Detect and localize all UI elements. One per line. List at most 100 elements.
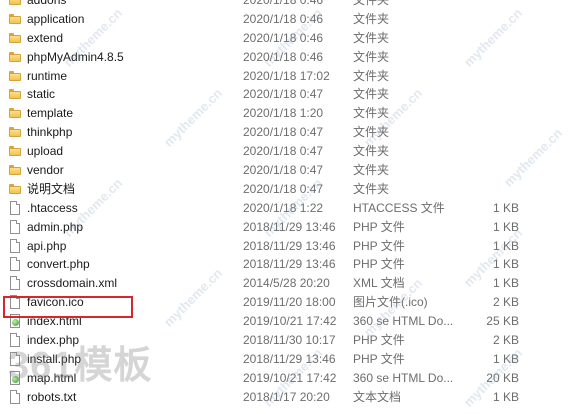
- file-name: thinkphp: [27, 125, 73, 140]
- file-name: phpMyAdmin4.8.5: [27, 49, 124, 64]
- file-modified-date: 2020/1/18 0:47: [243, 144, 324, 159]
- file-modified-date: 2020/1/18 0:46: [243, 49, 324, 64]
- file-name: robots.txt: [27, 389, 77, 404]
- file-name: .htaccess: [27, 200, 78, 215]
- file-name: extend: [27, 30, 64, 45]
- file-size: 1 KB: [492, 219, 519, 234]
- file-size: [476, 104, 519, 123]
- file-row[interactable]: static 2020/1/18 0:47 文件夹: [0, 85, 574, 104]
- file-size: [476, 0, 519, 10]
- file-size: 1 KB: [492, 351, 519, 366]
- folder-icon: [8, 142, 22, 161]
- file-row[interactable]: admin.php 2018/11/29 13:46 PHP 文件 1 KB: [0, 218, 574, 237]
- file-type: 文件夹: [353, 106, 390, 121]
- file-modified-date: 2018/11/29 13:46: [243, 257, 336, 272]
- file-row[interactable]: vendor 2020/1/18 0:47 文件夹: [0, 161, 574, 180]
- file-row[interactable]: robots.txt 2018/1/17 20:20 文本文档 1 KB: [0, 388, 574, 407]
- file-type: 图片文件(.ico): [353, 295, 428, 310]
- file-name: crossdomain.xml: [27, 276, 118, 291]
- file-row[interactable]: extend 2020/1/18 0:46 文件夹: [0, 29, 574, 48]
- file-size: [476, 180, 519, 199]
- file-icon: [8, 388, 22, 407]
- file-type: 文件夹: [353, 11, 390, 26]
- folder-icon: [8, 104, 22, 123]
- file-icon: [8, 274, 22, 293]
- file-row[interactable]: upload 2020/1/18 0:47 文件夹: [0, 142, 574, 161]
- file-size: 1 KB: [492, 276, 519, 291]
- file-row[interactable]: 说明文档 2020/1/18 0:47 文件夹: [0, 180, 574, 199]
- file-type: PHP 文件: [353, 238, 405, 253]
- file-modified-date: 2020/1/18 0:46: [243, 0, 324, 7]
- file-modified-date: 2020/1/18 0:46: [243, 30, 324, 45]
- file-row[interactable]: addons 2020/1/18 0:46 文件夹: [0, 0, 574, 10]
- highlight-box: [3, 296, 133, 318]
- file-name: application: [27, 11, 85, 26]
- file-type: 文件夹: [353, 30, 390, 45]
- file-icon: [8, 199, 22, 218]
- file-type: 文件夹: [353, 49, 390, 64]
- file-type: 360 se HTML Do...: [353, 314, 454, 329]
- folder-icon: [8, 67, 22, 86]
- file-type: PHP 文件: [353, 219, 405, 234]
- file-row[interactable]: convert.php 2018/11/29 13:46 PHP 文件 1 KB: [0, 255, 574, 274]
- file-modified-date: 2020/1/18 0:47: [243, 163, 324, 178]
- file-type: PHP 文件: [353, 333, 405, 348]
- file-size: [476, 29, 519, 48]
- file-icon: [8, 218, 22, 237]
- file-row[interactable]: thinkphp 2020/1/18 0:47 文件夹: [0, 123, 574, 142]
- file-icon: [8, 255, 22, 274]
- file-name: runtime: [27, 68, 68, 83]
- file-name: 说明文档: [27, 181, 76, 196]
- file-name: addons: [27, 0, 67, 7]
- file-size: 1 KB: [492, 238, 519, 253]
- file-type: 360 se HTML Do...: [353, 370, 454, 385]
- file-name: upload: [27, 144, 64, 159]
- file-size: 2 KB: [492, 295, 519, 310]
- folder-icon: [8, 123, 22, 142]
- file-modified-date: 2018/11/30 10:17: [243, 333, 336, 348]
- file-name: admin.php: [27, 219, 84, 234]
- file-size: [476, 142, 519, 161]
- folder-icon: [8, 10, 22, 29]
- file-type: 文本文档: [353, 389, 402, 404]
- file-name: vendor: [27, 163, 64, 178]
- file-size: [476, 123, 519, 142]
- file-type: 文件夹: [353, 181, 390, 196]
- file-row[interactable]: phpMyAdmin4.8.5 2020/1/18 0:46 文件夹: [0, 48, 574, 67]
- file-type: HTACCESS 文件: [353, 200, 445, 215]
- file-modified-date: 2019/11/20 18:00: [243, 295, 336, 310]
- folder-icon: [8, 48, 22, 67]
- file-name: template: [27, 106, 74, 121]
- file-modified-date: 2014/5/28 20:20: [243, 276, 330, 291]
- file-modified-date: 2019/10/21 17:42: [243, 314, 337, 329]
- file-size: 25 KB: [486, 314, 519, 329]
- folder-icon: [8, 85, 22, 104]
- file-modified-date: 2020/1/18 17:02: [243, 68, 330, 83]
- file-modified-date: 2018/11/29 13:46: [243, 219, 336, 234]
- file-name: convert.php: [27, 257, 90, 272]
- file-type: 文件夹: [353, 144, 390, 159]
- file-row[interactable]: application 2020/1/18 0:46 文件夹: [0, 10, 574, 29]
- file-type: 文件夹: [353, 68, 390, 83]
- file-size: 1 KB: [492, 200, 519, 215]
- file-size: [476, 85, 519, 104]
- file-name: static: [27, 87, 56, 102]
- file-row[interactable]: template 2020/1/18 1:20 文件夹: [0, 104, 574, 123]
- file-row[interactable]: .htaccess 2020/1/18 1:22 HTACCESS 文件 1 KB: [0, 199, 574, 218]
- file-modified-date: 2020/1/18 0:47: [243, 87, 324, 102]
- file-type: XML 文档: [353, 276, 405, 291]
- file-type: 文件夹: [353, 125, 390, 140]
- file-name: api.php: [27, 238, 67, 253]
- folder-icon: [8, 180, 22, 199]
- watermark-logo: 361模板: [8, 345, 153, 387]
- file-row[interactable]: api.php 2018/11/29 13:46 PHP 文件 1 KB: [0, 237, 574, 256]
- file-size: [476, 48, 519, 67]
- file-size: 1 KB: [492, 257, 519, 272]
- file-type: PHP 文件: [353, 257, 405, 272]
- file-type: 文件夹: [353, 163, 390, 178]
- file-size: 20 KB: [486, 370, 519, 385]
- file-row[interactable]: runtime 2020/1/18 17:02 文件夹: [0, 67, 574, 86]
- file-size: [476, 10, 519, 29]
- folder-icon: [8, 161, 22, 180]
- file-row[interactable]: crossdomain.xml 2014/5/28 20:20 XML 文档 1 KB: [0, 274, 574, 293]
